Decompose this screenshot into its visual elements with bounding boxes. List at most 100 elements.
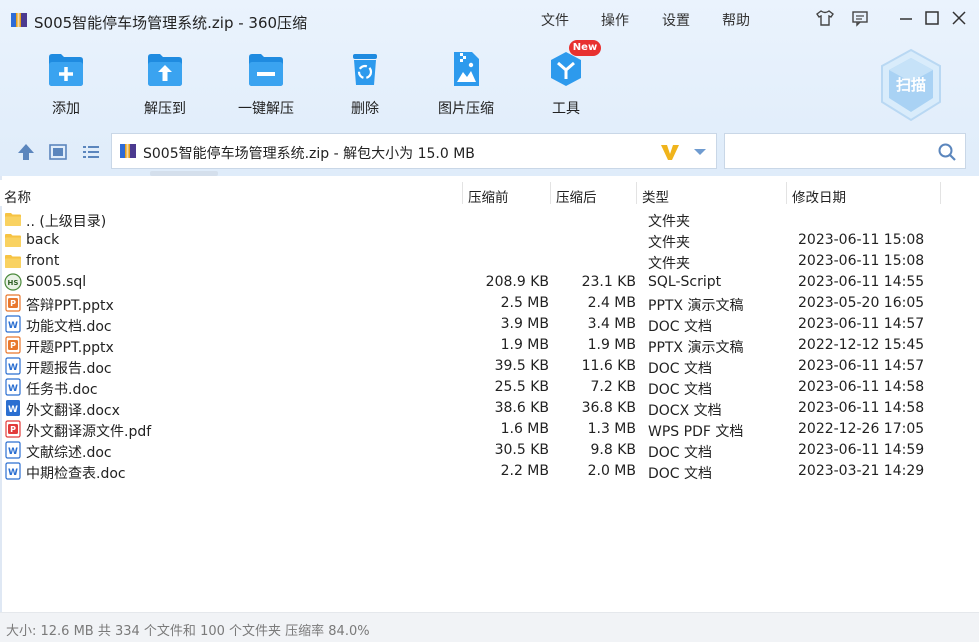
one-click-extract-label: 一键解压 xyxy=(238,101,294,117)
file-name: 答辩PPT.pptx xyxy=(26,298,114,314)
size-after: 36.8 KB xyxy=(581,400,636,416)
file-type: 文件夹 xyxy=(648,214,690,230)
menu-settings[interactable]: 设置 xyxy=(662,10,690,30)
new-badge: New xyxy=(569,40,601,56)
column-name[interactable]: 名称 xyxy=(4,186,31,206)
search-box[interactable] xyxy=(724,133,966,169)
one-click-extract-button[interactable]: 一键解压 xyxy=(218,46,314,118)
modified-date: 2022-12-12 15:45 xyxy=(798,337,925,353)
svg-text:P: P xyxy=(10,425,16,434)
file-type: PPTX 演示文稿 xyxy=(648,298,744,314)
size-before: 2.5 MB xyxy=(500,295,549,311)
table-row[interactable]: back 文件夹 2023-06-11 15:08 xyxy=(0,230,979,251)
column-type[interactable]: 类型 xyxy=(642,186,669,206)
table-row[interactable]: W 中期检查表.doc 2.2 MB 2.0 MB DOC 文档 2023-03… xyxy=(0,461,979,482)
table-row[interactable]: W 功能文档.doc 3.9 MB 3.4 MB DOC 文档 2023-06-… xyxy=(0,314,979,335)
menu-help[interactable]: 帮助 xyxy=(722,10,750,30)
file-type: 文件夹 xyxy=(648,256,690,272)
menu-file[interactable]: 文件 xyxy=(541,10,569,30)
search-icon[interactable] xyxy=(937,142,957,162)
file-name: S005.sql xyxy=(26,274,87,290)
column-divider[interactable] xyxy=(550,182,551,204)
table-row[interactable]: P 开题PPT.pptx 1.9 MB 1.9 MB PPTX 演示文稿 202… xyxy=(0,335,979,356)
file-name: back xyxy=(26,232,60,248)
table-row[interactable]: W 文献综述.doc 30.5 KB 9.8 KB DOC 文档 2023-06… xyxy=(0,440,979,461)
pptx-file-icon: P xyxy=(4,294,22,312)
minimize-icon[interactable] xyxy=(896,8,916,28)
address-bar[interactable]: S005智能停车场管理系统.zip - 解包大小为 15.0 MB xyxy=(111,133,717,169)
add-label: 添加 xyxy=(52,101,80,117)
scan-button[interactable]: 扫描 xyxy=(878,48,944,122)
modified-date: 2023-06-11 14:57 xyxy=(798,358,925,374)
verified-v-icon[interactable] xyxy=(659,141,681,163)
thumbnail-view-icon[interactable] xyxy=(47,141,69,163)
table-row[interactable]: HS S005.sql 208.9 KB 23.1 KB SQL-Script … xyxy=(0,272,979,293)
zip-archive-icon xyxy=(11,13,27,27)
table-row[interactable]: P 答辩PPT.pptx 2.5 MB 2.4 MB PPTX 演示文稿 202… xyxy=(0,293,979,314)
folder-icon xyxy=(4,231,22,249)
image-compress-button[interactable]: 图片压缩 xyxy=(418,46,514,118)
modified-date: 2023-06-11 15:08 xyxy=(798,232,925,248)
status-text: 大小: 12.6 MB 共 334 个文件和 100 个文件夹 压缩率 84.0… xyxy=(6,624,370,639)
close-icon[interactable] xyxy=(949,8,969,28)
file-name: 功能文档.doc xyxy=(26,319,112,335)
chevron-down-icon[interactable] xyxy=(692,144,708,160)
extract-to-button[interactable]: 解压到 xyxy=(117,46,213,118)
column-before[interactable]: 压缩前 xyxy=(468,186,509,206)
svg-text:W: W xyxy=(8,405,18,415)
table-row[interactable]: W 开题报告.doc 39.5 KB 11.6 KB DOC 文档 2023-0… xyxy=(0,356,979,377)
table-row[interactable]: W 外文翻译.docx 38.6 KB 36.8 KB DOCX 文档 2023… xyxy=(0,398,979,419)
delete-button[interactable]: 删除 xyxy=(317,46,413,118)
column-divider[interactable] xyxy=(940,182,941,204)
file-name: 开题PPT.pptx xyxy=(26,340,114,356)
doc-file-icon: W xyxy=(4,357,22,375)
size-after: 7.2 KB xyxy=(590,379,637,395)
up-level-icon[interactable] xyxy=(15,141,37,163)
size-after: 3.4 MB xyxy=(587,316,636,332)
table-row[interactable]: .. (上级目录) 文件夹 xyxy=(0,209,979,230)
size-after: 2.0 MB xyxy=(587,463,636,479)
file-type: PPTX 演示文稿 xyxy=(648,340,744,356)
file-type: SQL-Script xyxy=(648,274,722,290)
folder-icon xyxy=(4,210,22,228)
size-after: 11.6 KB xyxy=(581,358,636,374)
column-divider[interactable] xyxy=(636,182,637,204)
file-name: .. (上级目录) xyxy=(26,214,107,230)
modified-date: 2023-06-11 15:08 xyxy=(798,253,925,269)
doc-file-icon: W xyxy=(4,378,22,396)
column-divider[interactable] xyxy=(462,182,463,204)
skin-shirt-icon[interactable] xyxy=(815,8,835,28)
column-modified[interactable]: 修改日期 xyxy=(792,186,846,206)
maximize-icon[interactable] xyxy=(922,8,942,28)
search-input[interactable] xyxy=(731,140,931,162)
tools-button[interactable]: 工具 xyxy=(518,46,614,118)
docx-file-icon: W xyxy=(4,399,22,417)
file-name: 外文翻译源文件.pdf xyxy=(26,424,152,440)
size-before: 2.2 MB xyxy=(500,463,549,479)
add-button[interactable]: 添加 xyxy=(18,46,114,118)
window-title: S005智能停车场管理系统.zip - 360压缩 xyxy=(34,14,308,32)
list-view-icon[interactable] xyxy=(80,141,102,163)
recycle-bin-icon xyxy=(353,54,377,85)
image-compress-label: 图片压缩 xyxy=(438,101,494,117)
file-type: DOC 文档 xyxy=(648,319,713,335)
table-row[interactable]: W 任务书.doc 25.5 KB 7.2 KB DOC 文档 2023-06-… xyxy=(0,377,979,398)
menu-operation[interactable]: 操作 xyxy=(601,10,629,30)
title-bar: S005智能停车场管理系统.zip - 360压缩 文件 操作 设置 帮助 xyxy=(0,0,979,36)
column-divider[interactable] xyxy=(786,182,787,204)
table-row[interactable]: front 文件夹 2023-06-11 15:08 xyxy=(0,251,979,272)
doc-file-icon: W xyxy=(4,462,22,480)
modified-date: 2023-06-11 14:59 xyxy=(798,442,925,458)
folder-icon xyxy=(4,252,22,270)
file-type: DOC 文档 xyxy=(648,382,713,398)
scroll-hint xyxy=(150,171,218,176)
file-name: 中期检查表.doc xyxy=(26,466,126,482)
size-before: 38.6 KB xyxy=(494,400,549,416)
feedback-icon[interactable] xyxy=(850,8,870,28)
column-header: 名称 压缩前 压缩后 类型 修改日期 xyxy=(0,180,979,206)
column-after[interactable]: 压缩后 xyxy=(556,186,597,206)
table-row[interactable]: P 外文翻译源文件.pdf 1.6 MB 1.3 MB WPS PDF 文档 2… xyxy=(0,419,979,440)
file-type: DOC 文档 xyxy=(648,361,713,377)
file-type: DOC 文档 xyxy=(648,466,713,482)
size-after: 2.4 MB xyxy=(587,295,636,311)
